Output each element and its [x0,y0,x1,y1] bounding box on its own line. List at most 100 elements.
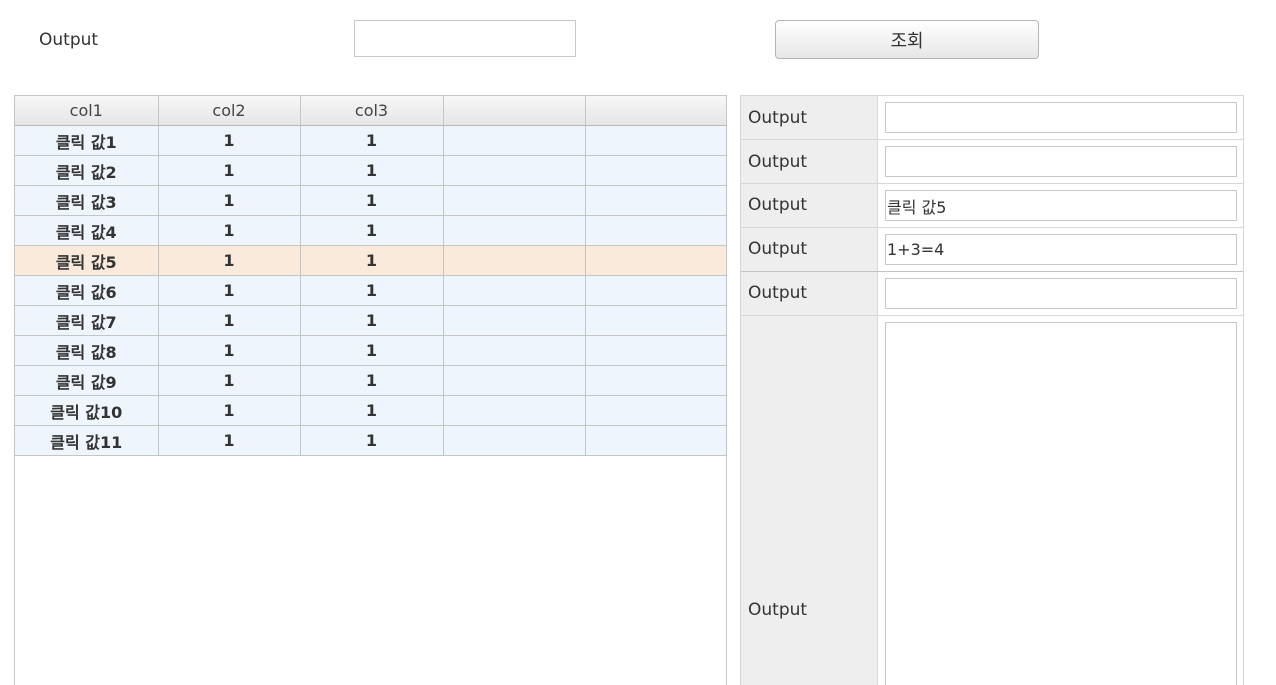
cell[interactable] [585,335,726,366]
form-label: Output [748,283,808,303]
cell[interactable]: 1 [300,395,444,426]
output-field-5[interactable] [885,278,1237,309]
cell[interactable]: 1 [300,245,444,276]
form-row-3: Output [741,184,1243,228]
cell[interactable] [585,155,726,186]
cell[interactable] [585,275,726,306]
cell[interactable]: 클릭 값8 [15,335,159,366]
cell[interactable] [443,305,586,336]
form-row-2: Output [741,140,1243,184]
table-row[interactable]: 클릭 값7 1 1 [15,305,726,336]
cell[interactable]: 클릭 값5 [15,245,159,276]
search-input[interactable] [354,20,576,57]
query-button[interactable]: 조회 [775,20,1039,59]
grid-header-row: col1 col2 col3 [15,96,726,126]
form-label: Output [748,600,808,620]
cell[interactable] [585,245,726,276]
cell[interactable]: 1 [158,215,301,246]
cell[interactable] [585,365,726,396]
form-label-cell: Output [741,272,878,315]
output-field-3[interactable] [885,190,1237,221]
cell[interactable] [443,425,586,456]
cell[interactable] [443,275,586,306]
cell[interactable]: 1 [300,425,444,456]
cell[interactable] [443,125,586,156]
cell[interactable] [443,365,586,396]
table-row[interactable]: 클릭 값1 1 1 [15,125,726,156]
cell[interactable]: 1 [300,155,444,186]
cell[interactable] [443,395,586,426]
cell[interactable]: 1 [158,245,301,276]
detail-form: Output Output Output Output Output [740,95,1244,685]
column-header-4[interactable] [443,96,586,126]
column-header-5[interactable] [585,96,726,126]
cell[interactable] [443,185,586,216]
cell[interactable]: 1 [158,305,301,336]
cell[interactable]: 클릭 값2 [15,155,159,186]
form-row-6: Output [741,316,1243,685]
form-label-cell: Output [741,140,878,183]
cell[interactable]: 1 [300,275,444,306]
output-field-2[interactable] [885,146,1237,177]
table-row[interactable]: 클릭 값4 1 1 [15,215,726,246]
cell[interactable] [443,215,586,246]
cell[interactable]: 1 [158,155,301,186]
form-label-cell: Output [741,96,878,139]
page: Output 조회 col1 col2 col3 클릭 값1 1 1 클릭 값2… [0,0,1276,685]
cell[interactable]: 1 [300,335,444,366]
cell[interactable]: 클릭 값4 [15,215,159,246]
form-label: Output [748,239,808,259]
cell[interactable] [585,215,726,246]
cell[interactable] [585,395,726,426]
cell[interactable]: 클릭 값10 [15,395,159,426]
cell[interactable] [443,155,586,186]
table-row[interactable]: 클릭 값11 1 1 [15,425,726,456]
table-row[interactable]: 클릭 값3 1 1 [15,185,726,216]
output-field-1[interactable] [885,102,1237,133]
cell[interactable]: 1 [158,395,301,426]
form-label: Output [748,108,808,128]
cell[interactable]: 1 [158,275,301,306]
cell[interactable]: 1 [300,125,444,156]
data-grid: col1 col2 col3 클릭 값1 1 1 클릭 값2 1 1 클릭 값3… [14,95,727,685]
table-row-selected[interactable]: 클릭 값5 1 1 [15,245,726,276]
cell[interactable] [585,305,726,336]
grid-table: col1 col2 col3 클릭 값1 1 1 클릭 값2 1 1 클릭 값3… [15,96,726,456]
form-label-cell: Output [741,184,878,227]
table-row[interactable]: 클릭 값10 1 1 [15,395,726,426]
cell[interactable]: 클릭 값1 [15,125,159,156]
cell[interactable] [585,185,726,216]
cell[interactable]: 1 [300,185,444,216]
cell[interactable]: 1 [158,335,301,366]
cell[interactable]: 1 [300,305,444,336]
cell[interactable]: 1 [300,215,444,246]
cell[interactable]: 1 [158,425,301,456]
form-label: Output [748,195,808,215]
cell[interactable] [585,425,726,456]
cell[interactable]: 클릭 값11 [15,425,159,456]
cell[interactable]: 1 [158,185,301,216]
cell[interactable] [443,335,586,366]
cell[interactable]: 클릭 값6 [15,275,159,306]
form-label-cell: Output [741,316,878,685]
cell[interactable]: 클릭 값7 [15,305,159,336]
table-row[interactable]: 클릭 값2 1 1 [15,155,726,186]
form-label: Output [748,152,808,172]
cell[interactable]: 1 [300,365,444,396]
output-textarea[interactable] [885,322,1237,685]
table-row[interactable]: 클릭 값9 1 1 [15,365,726,396]
cell[interactable]: 1 [158,365,301,396]
cell[interactable]: 클릭 값3 [15,185,159,216]
cell[interactable] [443,245,586,276]
table-row[interactable]: 클릭 값6 1 1 [15,275,726,306]
cell[interactable]: 1 [158,125,301,156]
search-label: Output [39,30,99,50]
cell[interactable]: 클릭 값9 [15,365,159,396]
column-header-col1[interactable]: col1 [15,96,159,126]
form-row-1: Output [741,96,1243,140]
column-header-col3[interactable]: col3 [300,96,444,126]
cell[interactable] [585,125,726,156]
column-header-col2[interactable]: col2 [158,96,301,126]
output-field-4[interactable] [885,234,1237,265]
table-row[interactable]: 클릭 값8 1 1 [15,335,726,366]
